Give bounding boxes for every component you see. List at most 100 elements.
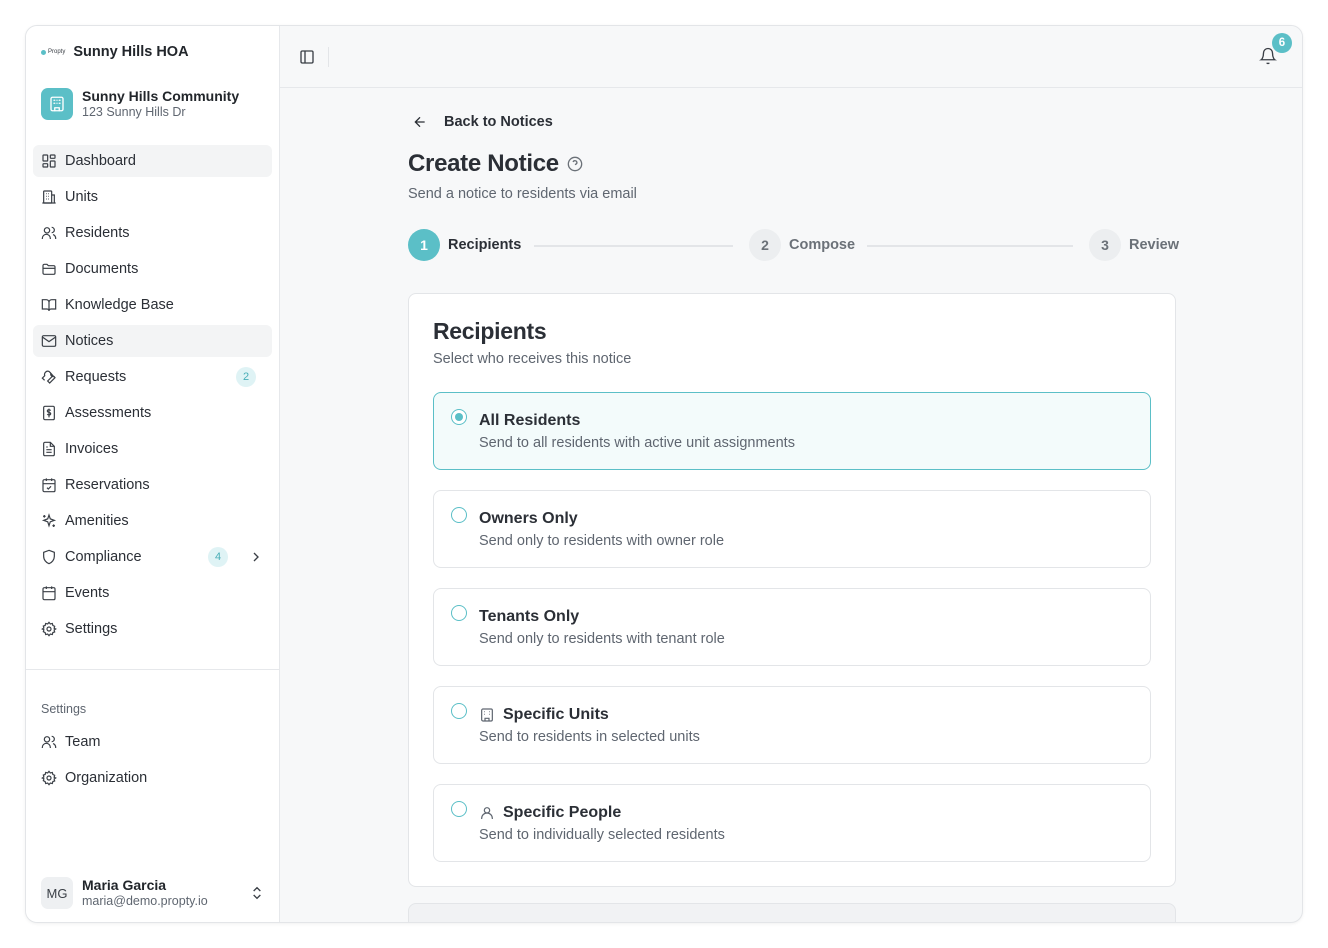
sidebar-item-label: Residents <box>65 225 130 241</box>
sidebar-item-label: Reservations <box>65 477 150 493</box>
option-tenants-only[interactable]: Tenants Only Send only to residents with… <box>433 588 1151 666</box>
option-description: Send only to residents with owner role <box>479 533 725 549</box>
sidebar-item-label: Compliance <box>65 549 142 565</box>
option-all-residents[interactable]: All Residents Send to all residents with… <box>433 392 1151 470</box>
sidebar-item-label: Organization <box>65 770 148 786</box>
option-specific-people[interactable]: Specific People Send to individually sel… <box>433 784 1151 862</box>
settings-nav: Team Organization <box>33 726 272 798</box>
option-description: Send to individually selected residents <box>479 827 725 843</box>
step-label: Compose <box>789 237 856 253</box>
chevrons-up-down-icon[interactable] <box>249 885 265 901</box>
sidebar-item-organization[interactable]: Organization <box>33 762 272 794</box>
main-area: 6 Back to Notices Create Notice Send a n… <box>280 26 1302 922</box>
step-compose[interactable]: 2 Compose <box>749 229 855 261</box>
calendar-check-icon <box>42 478 56 493</box>
sidebar-item-assessments[interactable]: Assessments <box>33 397 272 429</box>
notification-badge: 6 <box>1272 33 1292 53</box>
file-icon <box>43 441 55 457</box>
sidebar-item-team[interactable]: Team <box>33 726 272 758</box>
step-recipients[interactable]: 1 Recipients <box>408 229 521 261</box>
option-title: All Residents <box>479 412 581 429</box>
sidebar-item-label: Requests <box>65 369 127 385</box>
user-name: Maria Garcia <box>82 877 167 893</box>
title-row: Create Notice <box>408 150 583 178</box>
requests-count-badge: 2 <box>236 367 256 387</box>
org-name: Sunny Hills HOA <box>73 44 189 60</box>
sidebar-item-label: Team <box>65 734 101 750</box>
building-icon <box>481 708 493 722</box>
sidebar: Propty Sunny Hills HOA Sunny Hills Commu… <box>26 26 280 922</box>
stepper: 1 Recipients 2 Compose 3 Review <box>408 229 1179 261</box>
users-icon <box>41 735 57 748</box>
sidebar-item-knowledge-base[interactable]: Knowledge Base <box>33 289 272 321</box>
brand[interactable]: Propty Sunny Hills HOA <box>41 44 189 60</box>
sidebar-nav: Dashboard Units Residents Documents Know… <box>33 145 272 649</box>
sidebar-item-units[interactable]: Units <box>33 181 272 213</box>
sidebar-item-amenities[interactable]: Amenities <box>33 505 272 537</box>
sidebar-item-label: Amenities <box>65 513 129 529</box>
user-menu[interactable]: MG Maria Garcia maria@demo.propty.io <box>41 877 265 909</box>
shield-icon <box>43 549 55 565</box>
radio-button[interactable] <box>451 409 467 425</box>
sidebar-item-settings[interactable]: Settings <box>33 613 272 645</box>
dashboard-icon <box>42 154 56 168</box>
step-connector <box>867 245 1073 247</box>
back-link[interactable]: Back to Notices <box>412 114 553 130</box>
option-specific-units[interactable]: Specific Units Send to residents in sele… <box>433 686 1151 764</box>
help-circle-icon[interactable] <box>567 156 583 172</box>
chevron-right-icon[interactable] <box>248 549 264 565</box>
radio-button[interactable] <box>451 507 467 523</box>
radio-button[interactable] <box>451 605 467 621</box>
sidebar-item-requests[interactable]: Requests 2 <box>33 361 272 393</box>
sidebar-item-notices[interactable]: Notices <box>33 325 272 357</box>
step-number: 2 <box>749 229 781 261</box>
settings-section-label: Settings <box>41 702 87 716</box>
topbar-separator <box>328 47 329 67</box>
next-card-peek <box>408 903 1176 922</box>
page-title: Create Notice <box>408 150 559 177</box>
sidebar-item-label: Documents <box>65 261 139 277</box>
sidebar-item-invoices[interactable]: Invoices <box>33 433 272 465</box>
mail-icon <box>41 335 57 347</box>
sparkles-icon <box>41 513 57 528</box>
community-address: 123 Sunny Hills Dr <box>82 105 186 119</box>
sidebar-item-dashboard[interactable]: Dashboard <box>33 145 272 177</box>
sidebar-item-label: Knowledge Base <box>65 297 174 313</box>
building-icon <box>42 190 56 204</box>
sidebar-item-documents[interactable]: Documents <box>33 253 272 285</box>
sidebar-item-label: Dashboard <box>65 153 136 169</box>
compliance-count-badge: 4 <box>208 547 228 567</box>
sidebar-item-events[interactable]: Events <box>33 577 272 609</box>
radio-button[interactable] <box>451 703 467 719</box>
option-owners-only[interactable]: Owners Only Send only to residents with … <box>433 490 1151 568</box>
option-title: Tenants Only <box>479 608 580 625</box>
topbar: 6 <box>280 26 1302 88</box>
radio-button[interactable] <box>451 801 467 817</box>
sidebar-item-label: Notices <box>65 333 114 349</box>
arrow-left-icon <box>414 116 425 128</box>
users-icon <box>41 226 57 239</box>
propty-logo: Propty <box>41 49 65 55</box>
option-description: Send to residents in selected units <box>479 729 700 745</box>
dollar-icon <box>43 405 55 421</box>
book-icon <box>41 299 57 312</box>
option-description: Send only to residents with tenant role <box>479 631 725 647</box>
sidebar-item-reservations[interactable]: Reservations <box>33 469 272 501</box>
sidebar-item-residents[interactable]: Residents <box>33 217 272 249</box>
option-description: Send to all residents with active unit a… <box>479 435 795 451</box>
gear-icon <box>41 770 57 786</box>
calendar-icon <box>42 586 56 601</box>
sidebar-item-label: Units <box>65 189 99 205</box>
option-title: Specific Units <box>503 706 609 723</box>
option-title: Specific People <box>503 804 622 821</box>
community-switcher[interactable]: Sunny Hills Community 123 Sunny Hills Dr <box>41 88 239 120</box>
wrench-icon <box>41 370 56 384</box>
recipients-card: Recipients Select who receives this noti… <box>408 293 1176 887</box>
page-subtitle: Send a notice to residents via email <box>408 186 637 202</box>
folder-icon <box>42 263 56 275</box>
step-connector <box>534 245 733 247</box>
sidebar-item-compliance[interactable]: Compliance 4 <box>33 541 272 573</box>
step-review[interactable]: 3 Review <box>1089 229 1179 261</box>
sidebar-toggle-icon[interactable] <box>299 49 315 65</box>
sidebar-item-label: Events <box>65 585 110 601</box>
